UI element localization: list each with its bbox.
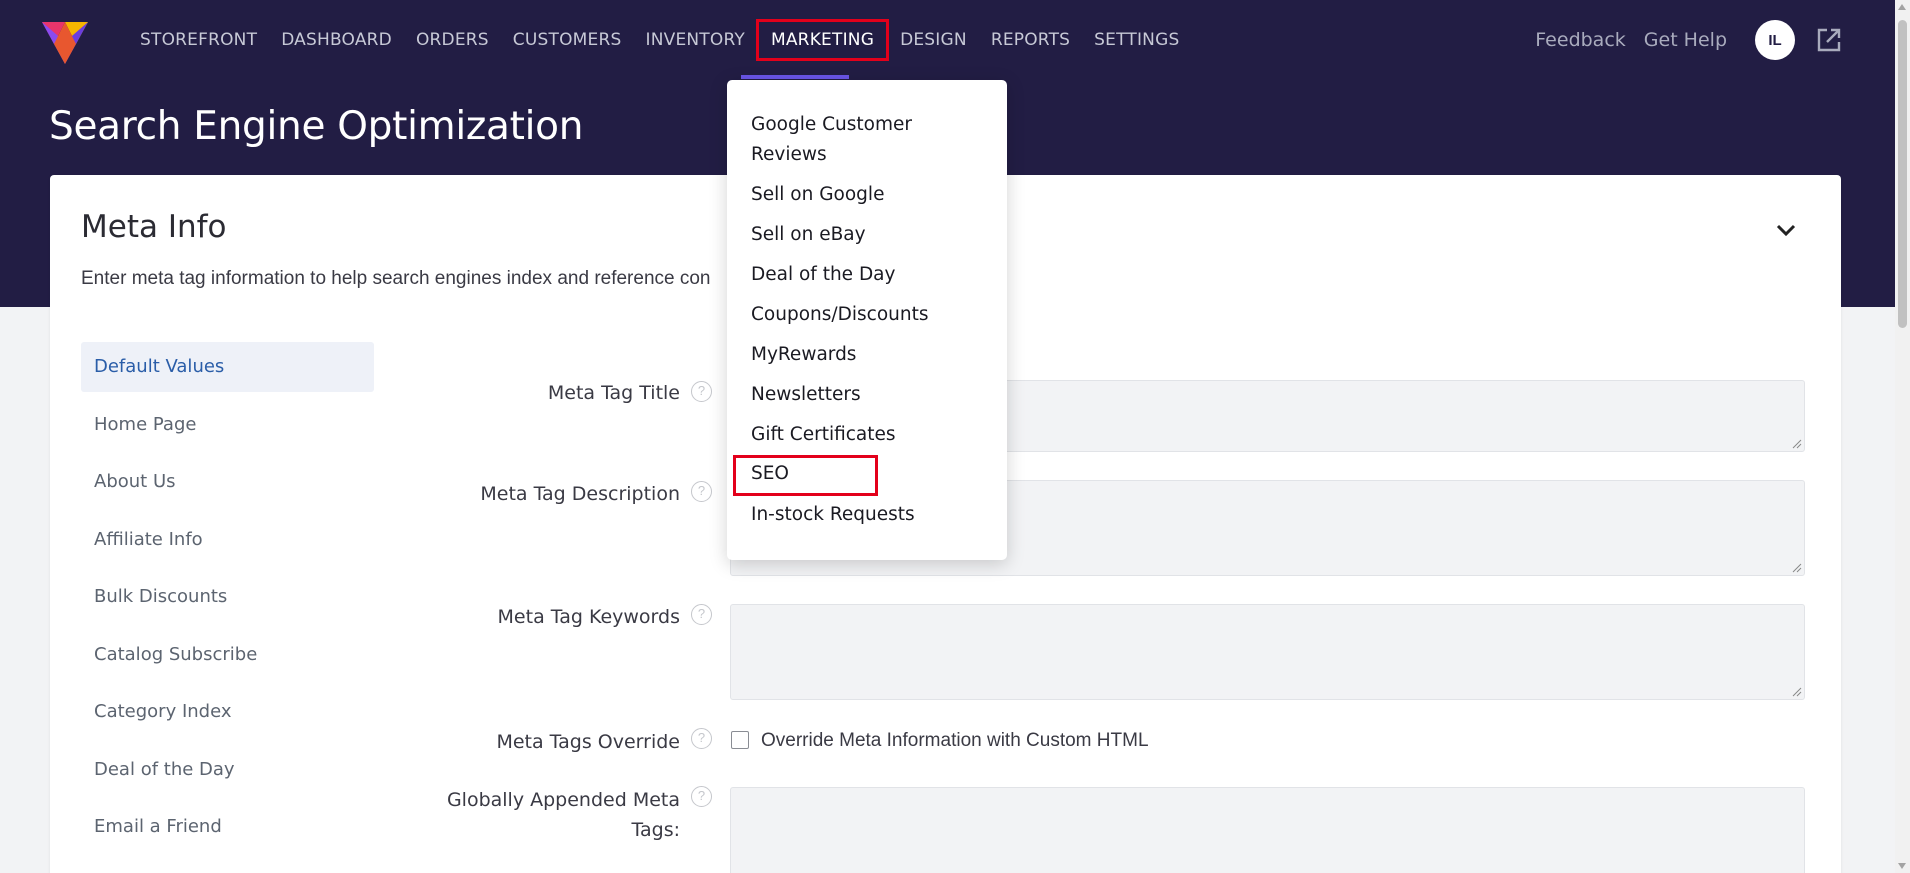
meta-description-label: Meta Tag Description (480, 483, 680, 505)
menu-item-sell-on-google[interactable]: Sell on Google (751, 180, 981, 210)
side-tab-catalog-subscribe[interactable]: Catalog Subscribe (81, 630, 374, 680)
nav-inventory[interactable]: INVENTORY (633, 30, 757, 50)
nav-items: STOREFRONT DASHBOARD ORDERS CUSTOMERS IN… (128, 0, 1191, 80)
override-checkbox-label: Override Meta Information with Custom HT… (761, 730, 1149, 751)
menu-item-in-stock-requests[interactable]: In-stock Requests (751, 500, 981, 530)
nav-storefront[interactable]: STOREFRONT (128, 30, 269, 50)
nav-active-underline (741, 75, 849, 79)
meta-override-label: Meta Tags Override (496, 731, 680, 753)
help-icon[interactable]: ? (691, 481, 712, 502)
side-tab-default-values[interactable]: Default Values (81, 342, 374, 392)
card-description: Enter meta tag information to help searc… (81, 268, 711, 289)
menu-item-deal-of-the-day[interactable]: Deal of the Day (751, 260, 981, 290)
menu-item-google-customer-reviews-line1: Google Customer (751, 114, 912, 135)
marketing-dropdown: Google Customer Reviews Sell on Google S… (727, 80, 1007, 560)
nav-marketing[interactable]: MARKETING (755, 19, 890, 61)
card-title: Meta Info (81, 209, 227, 245)
global-meta-label-line2: Tags: (631, 819, 680, 841)
logo-icon[interactable] (40, 14, 90, 66)
nav-settings[interactable]: SETTINGS (1082, 30, 1191, 50)
chevron-down-icon[interactable] (1771, 215, 1801, 245)
nav-right: Feedback Get Help IL (1535, 0, 1843, 80)
side-tab-email-a-friend[interactable]: Email a Friend (81, 802, 374, 852)
menu-item-myrewards[interactable]: MyRewards (751, 340, 981, 370)
page-scrollbar[interactable] (1895, 0, 1910, 873)
side-tab-home-page[interactable]: Home Page (81, 400, 374, 450)
menu-item-google-customer-reviews[interactable]: Google Customer Reviews (751, 110, 981, 170)
help-icon[interactable]: ? (691, 786, 712, 807)
help-icon[interactable]: ? (691, 604, 712, 625)
global-meta-label-line1: Globally Appended Meta (446, 789, 680, 811)
nav-dashboard[interactable]: DASHBOARD (269, 30, 404, 50)
nav-design[interactable]: DESIGN (888, 30, 979, 50)
scroll-up-arrow[interactable] (1898, 4, 1906, 10)
page-title: Search Engine Optimization (49, 104, 584, 149)
menu-item-google-customer-reviews-line2: Reviews (751, 144, 827, 165)
nav-customers[interactable]: CUSTOMERS (501, 30, 634, 50)
help-icon[interactable]: ? (691, 728, 712, 749)
nav-orders[interactable]: ORDERS (404, 30, 501, 50)
avatar[interactable]: IL (1755, 20, 1795, 60)
side-tab-deal-of-the-day[interactable]: Deal of the Day (81, 745, 374, 795)
scroll-thumb[interactable] (1898, 20, 1907, 328)
global-meta-field[interactable] (730, 787, 1805, 873)
nav-reports[interactable]: REPORTS (979, 30, 1082, 50)
global-meta-label: Globally Appended Meta Tags: (360, 785, 680, 845)
side-tab-bulk-discounts[interactable]: Bulk Discounts (81, 572, 374, 622)
help-icon[interactable]: ? (691, 381, 712, 402)
menu-item-coupons-discounts[interactable]: Coupons/Discounts (751, 300, 981, 330)
side-tabs: Default Values Home Page About Us Affili… (81, 342, 374, 860)
meta-keywords-label: Meta Tag Keywords (497, 606, 680, 628)
menu-item-seo[interactable]: SEO (733, 455, 878, 496)
get-help-link[interactable]: Get Help (1644, 29, 1727, 51)
meta-keywords-field[interactable] (730, 604, 1805, 700)
menu-item-newsletters[interactable]: Newsletters (751, 380, 981, 410)
menu-item-gift-certificates[interactable]: Gift Certificates (751, 420, 981, 450)
meta-title-label: Meta Tag Title (547, 382, 680, 404)
side-tab-category-index[interactable]: Category Index (81, 687, 374, 737)
menu-item-sell-on-ebay[interactable]: Sell on eBay (751, 220, 981, 250)
side-tab-affiliate-info[interactable]: Affiliate Info (81, 515, 374, 565)
side-tab-about-us[interactable]: About Us (81, 457, 374, 507)
top-nav: STOREFRONT DASHBOARD ORDERS CUSTOMERS IN… (0, 0, 1895, 80)
external-link-icon[interactable] (1815, 26, 1843, 54)
scroll-down-arrow[interactable] (1898, 863, 1906, 869)
override-checkbox[interactable] (731, 731, 749, 749)
feedback-link[interactable]: Feedback (1535, 29, 1625, 51)
